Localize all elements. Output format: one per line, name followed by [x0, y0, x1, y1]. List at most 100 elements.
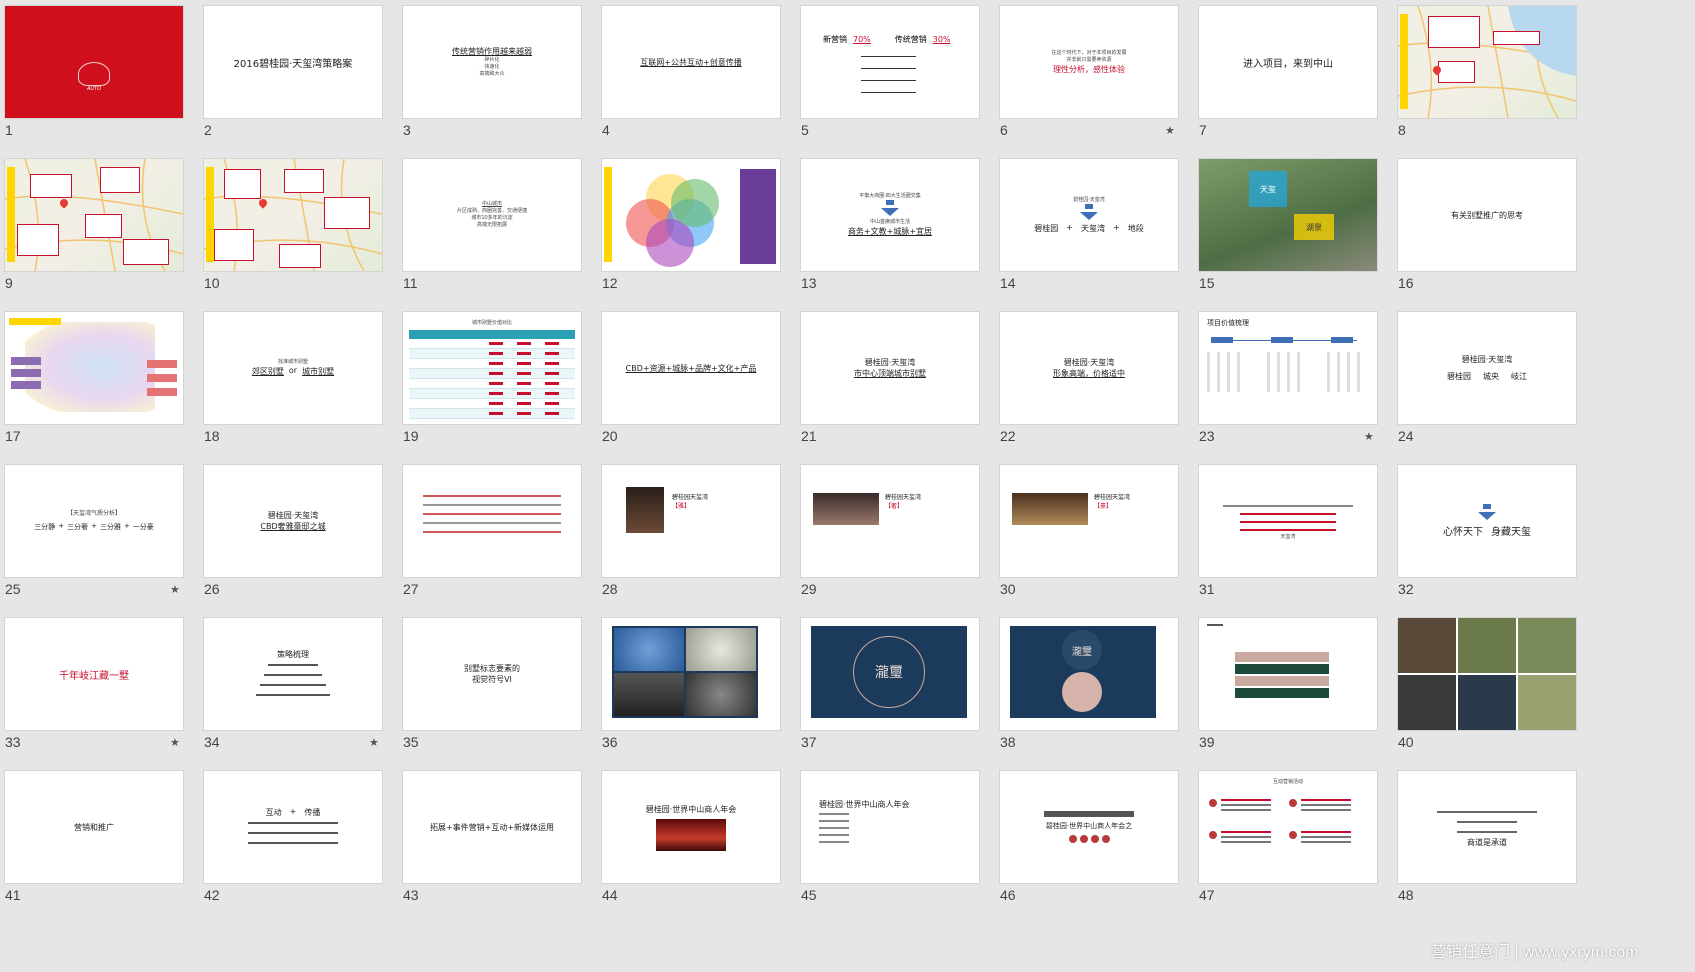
- slide-content: 互动 + 传播: [212, 771, 374, 883]
- slide-preview[interactable]: 拓展+事件营销+互动+新媒体运用: [403, 771, 581, 883]
- slide-preview[interactable]: 天玺 湖景: [1199, 159, 1377, 271]
- slide-thumbnail[interactable]: 碧桂园·世界中山商人年会之 46: [995, 765, 1210, 930]
- slide-thumbnail[interactable]: 千年岐江藏一墅 33 ★: [0, 612, 215, 777]
- slide-thumbnail[interactable]: 城市别墅价值对比 19: [398, 306, 613, 471]
- slide-thumbnail[interactable]: 碧桂园·世界中山商人年会 44: [597, 765, 812, 930]
- slide-preview[interactable]: 碧桂园天玺湾 【雅】: [602, 465, 780, 577]
- slide-preview[interactable]: 项目价值梳理: [1199, 312, 1377, 424]
- slide-preview[interactable]: 心怀天下 身藏天玺: [1398, 465, 1576, 577]
- slide-preview[interactable]: 策略梳理: [204, 618, 382, 730]
- slide-preview[interactable]: 瀧璽: [1000, 618, 1178, 730]
- slide-thumbnail[interactable]: 进入项目，来到中山 7: [1194, 0, 1409, 165]
- slide-preview[interactable]: [1398, 618, 1576, 730]
- slide-thumbnail[interactable]: 碧桂园·天玺湾 CBD奢雅豪邸之城 26: [199, 459, 414, 624]
- slide-preview[interactable]: 进入项目，来到中山: [1199, 6, 1377, 118]
- slide-thumbnail[interactable]: 瀧璽 37: [796, 612, 1011, 777]
- slide-thumbnail[interactable]: 项目价值梳理 23 ★: [1194, 306, 1409, 471]
- slide-thumbnail[interactable]: 别墅标志要素的 视觉符号VI 35: [398, 612, 613, 777]
- slide-preview[interactable]: 碧桂园·天玺湾 碧桂园 城央 岐江: [1398, 312, 1576, 424]
- slide-preview[interactable]: 碧桂园天玺湾 【豪】: [1000, 465, 1178, 577]
- slide-thumbnail[interactable]: 互动 + 传播 42: [199, 765, 414, 930]
- slide-preview[interactable]: 传统营销作用越来越弱 碎片化 快速化 高端和大众: [403, 6, 581, 118]
- slide-thumbnail[interactable]: 碧桂园天玺湾 【雅】 28: [597, 459, 812, 624]
- slide-thumbnail[interactable]: 碧桂园·世界中山商人年会 45: [796, 765, 1011, 930]
- slide-thumbnail[interactable]: 碧桂园天玺湾 【豪】 30: [995, 459, 1210, 624]
- slide-thumbnail[interactable]: 碧桂园天玺湾 【奢】 29: [796, 459, 1011, 624]
- slide-thumbnail[interactable]: 商道是承道 48: [1393, 765, 1608, 930]
- slide-preview[interactable]: 碧桂园·天玺湾 形象高端，价格适中: [1000, 312, 1178, 424]
- slide-thumbnail[interactable]: 中山城市 片区成熟、商圈完善、交通便捷 城市10多年的沉淀 高端无限拓展 11: [398, 153, 613, 318]
- slide-text-line: 别墅标志要素的: [464, 664, 520, 673]
- slide-preview[interactable]: 瀧璽: [801, 618, 979, 730]
- slide-preview[interactable]: [5, 159, 183, 271]
- slide-preview[interactable]: [602, 618, 780, 730]
- slide-thumbnail[interactable]: 10: [199, 153, 414, 318]
- slide-preview[interactable]: 中山城市 片区成熟、商圈完善、交通便捷 城市10多年的沉淀 高端无限拓展: [403, 159, 581, 271]
- slide-preview[interactable]: 天玺湾: [1199, 465, 1377, 577]
- slide-preview[interactable]: 【天玺湾气质分析】 三分静 + 三分奢 + 三分雅 + 一分豪: [5, 465, 183, 577]
- slide-preview[interactable]: 碧桂园·天玺湾 碧桂园 + 天玺湾 + 地段: [1000, 159, 1178, 271]
- slide-preview[interactable]: 碧桂园·天玺湾 CBD奢雅豪邸之城: [204, 465, 382, 577]
- slide-preview[interactable]: 找准城市别墅 郊区别墅 or 城市别墅: [204, 312, 382, 424]
- slide-thumbnail[interactable]: 瀧璽 38: [995, 612, 1210, 777]
- slide-preview[interactable]: [1199, 618, 1377, 730]
- slide-thumbnail[interactable]: 互联网+公共互动+创意传播 4: [597, 0, 812, 165]
- slide-preview[interactable]: 互联网+公共互动+创意传播: [602, 6, 780, 118]
- slide-thumbnail[interactable]: 12: [597, 153, 812, 318]
- slide-preview[interactable]: 碧桂园·世界中山商人年会: [801, 771, 979, 883]
- slide-preview[interactable]: 碧桂园·天玺湾 市中心顶端城市别墅: [801, 312, 979, 424]
- slide-preview[interactable]: 新营销 70% 传统营销 30%: [801, 6, 979, 118]
- slide-thumbnail[interactable]: 碧桂园·天玺湾 碧桂园 + 天玺湾 + 地段 14: [995, 153, 1210, 318]
- slide-thumbnail[interactable]: 碧桂园·天玺湾 形象高端，价格适中 22: [995, 306, 1210, 471]
- slide-thumbnail[interactable]: 找准城市别墅 郊区别墅 or 城市别墅 18: [199, 306, 414, 471]
- slide-preview[interactable]: 碧桂园天玺湾 【奢】: [801, 465, 979, 577]
- slide-preview[interactable]: [204, 159, 382, 271]
- slide-preview[interactable]: 平衡大商圈·四大生活圈交集 中山首席城市生活 商务+文教+城脉+宜居: [801, 159, 979, 271]
- slide-preview[interactable]: 碧桂园·世界中山商人年会: [602, 771, 780, 883]
- slide-thumbnail[interactable]: 营销和推广 41: [0, 765, 215, 930]
- slide-thumbnail[interactable]: 17: [0, 306, 215, 471]
- slide-preview[interactable]: [403, 465, 581, 577]
- slide-preview[interactable]: [602, 159, 780, 271]
- slide-thumbnail[interactable]: 新营销 70% 传统营销 30% 5: [796, 0, 1011, 165]
- slide-thumbnail[interactable]: 策略梳理 34 ★: [199, 612, 414, 777]
- slide-thumbnail[interactable]: 在这个时代下，对于本项目的发展 并非就只需要卖资源 理性分析，感性体验 6 ★: [995, 0, 1210, 165]
- slide-preview[interactable]: 有关别墅推广的思考: [1398, 159, 1576, 271]
- slide-preview[interactable]: [5, 312, 183, 424]
- slide-preview[interactable]: 2016碧桂园·天玺湾策略案: [204, 6, 382, 118]
- slide-preview[interactable]: 千年岐江藏一墅: [5, 618, 183, 730]
- slide-preview[interactable]: 营销和推广: [5, 771, 183, 883]
- slide-thumbnail[interactable]: 有关别墅推广的思考 16: [1393, 153, 1608, 318]
- slide-thumbnail[interactable]: 天玺 湖景 15: [1194, 153, 1409, 318]
- slide-thumbnail[interactable]: 传统营销作用越来越弱 碎片化 快速化 高端和大众 3: [398, 0, 613, 165]
- dot-row: [1068, 835, 1110, 843]
- slide-preview[interactable]: AUTO: [5, 6, 183, 118]
- slide-thumbnail[interactable]: CBD+资源+城脉+品牌+文化+产品 20: [597, 306, 812, 471]
- slide-thumbnail[interactable]: 8: [1393, 0, 1608, 165]
- slide-preview[interactable]: 在这个时代下，对于本项目的发展 并非就只需要卖资源 理性分析，感性体验: [1000, 6, 1178, 118]
- slide-thumbnail[interactable]: 39: [1194, 612, 1409, 777]
- slide-thumbnail[interactable]: 平衡大商圈·四大生活圈交集 中山首席城市生活 商务+文教+城脉+宜居 13: [796, 153, 1011, 318]
- slide-thumbnail[interactable]: 心怀天下 身藏天玺 32: [1393, 459, 1608, 624]
- slide-preview[interactable]: 别墅标志要素的 视觉符号VI: [403, 618, 581, 730]
- slide-preview[interactable]: CBD+资源+城脉+品牌+文化+产品: [602, 312, 780, 424]
- slide-thumbnail[interactable]: 27: [398, 459, 613, 624]
- slide-thumbnail[interactable]: 2016碧桂园·天玺湾策略案 2: [199, 0, 414, 165]
- slide-thumbnail[interactable]: 碧桂园·天玺湾 碧桂园 城央 岐江 24: [1393, 306, 1608, 471]
- slide-preview[interactable]: 互动 + 传播: [204, 771, 382, 883]
- slide-thumbnail[interactable]: 拓展+事件营销+互动+新媒体运用 43: [398, 765, 613, 930]
- slide-preview[interactable]: 互动营销活动: [1199, 771, 1377, 883]
- slide-preview[interactable]: 碧桂园·世界中山商人年会之: [1000, 771, 1178, 883]
- slide-thumbnail[interactable]: 碧桂园·天玺湾 市中心顶端城市别墅 21: [796, 306, 1011, 471]
- slide-preview[interactable]: 城市别墅价值对比: [403, 312, 581, 424]
- slide-thumbnail[interactable]: 【天玺湾气质分析】 三分静 + 三分奢 + 三分雅 + 一分豪 25 ★: [0, 459, 215, 624]
- slide-thumbnail[interactable]: 40: [1393, 612, 1608, 777]
- slide-preview[interactable]: [1398, 6, 1576, 118]
- slide-thumbnail[interactable]: 互动营销活动 47: [1194, 765, 1409, 930]
- slide-preview[interactable]: 商道是承道: [1398, 771, 1576, 883]
- slide-thumbnail[interactable]: 9: [0, 153, 215, 318]
- slide-thumbnail[interactable]: 36: [597, 612, 812, 777]
- slide-thumbnail[interactable]: AUTO 1: [0, 0, 215, 165]
- slide-thumbnail[interactable]: 天玺湾 31: [1194, 459, 1409, 624]
- slide-content: 天玺湾: [1207, 465, 1369, 577]
